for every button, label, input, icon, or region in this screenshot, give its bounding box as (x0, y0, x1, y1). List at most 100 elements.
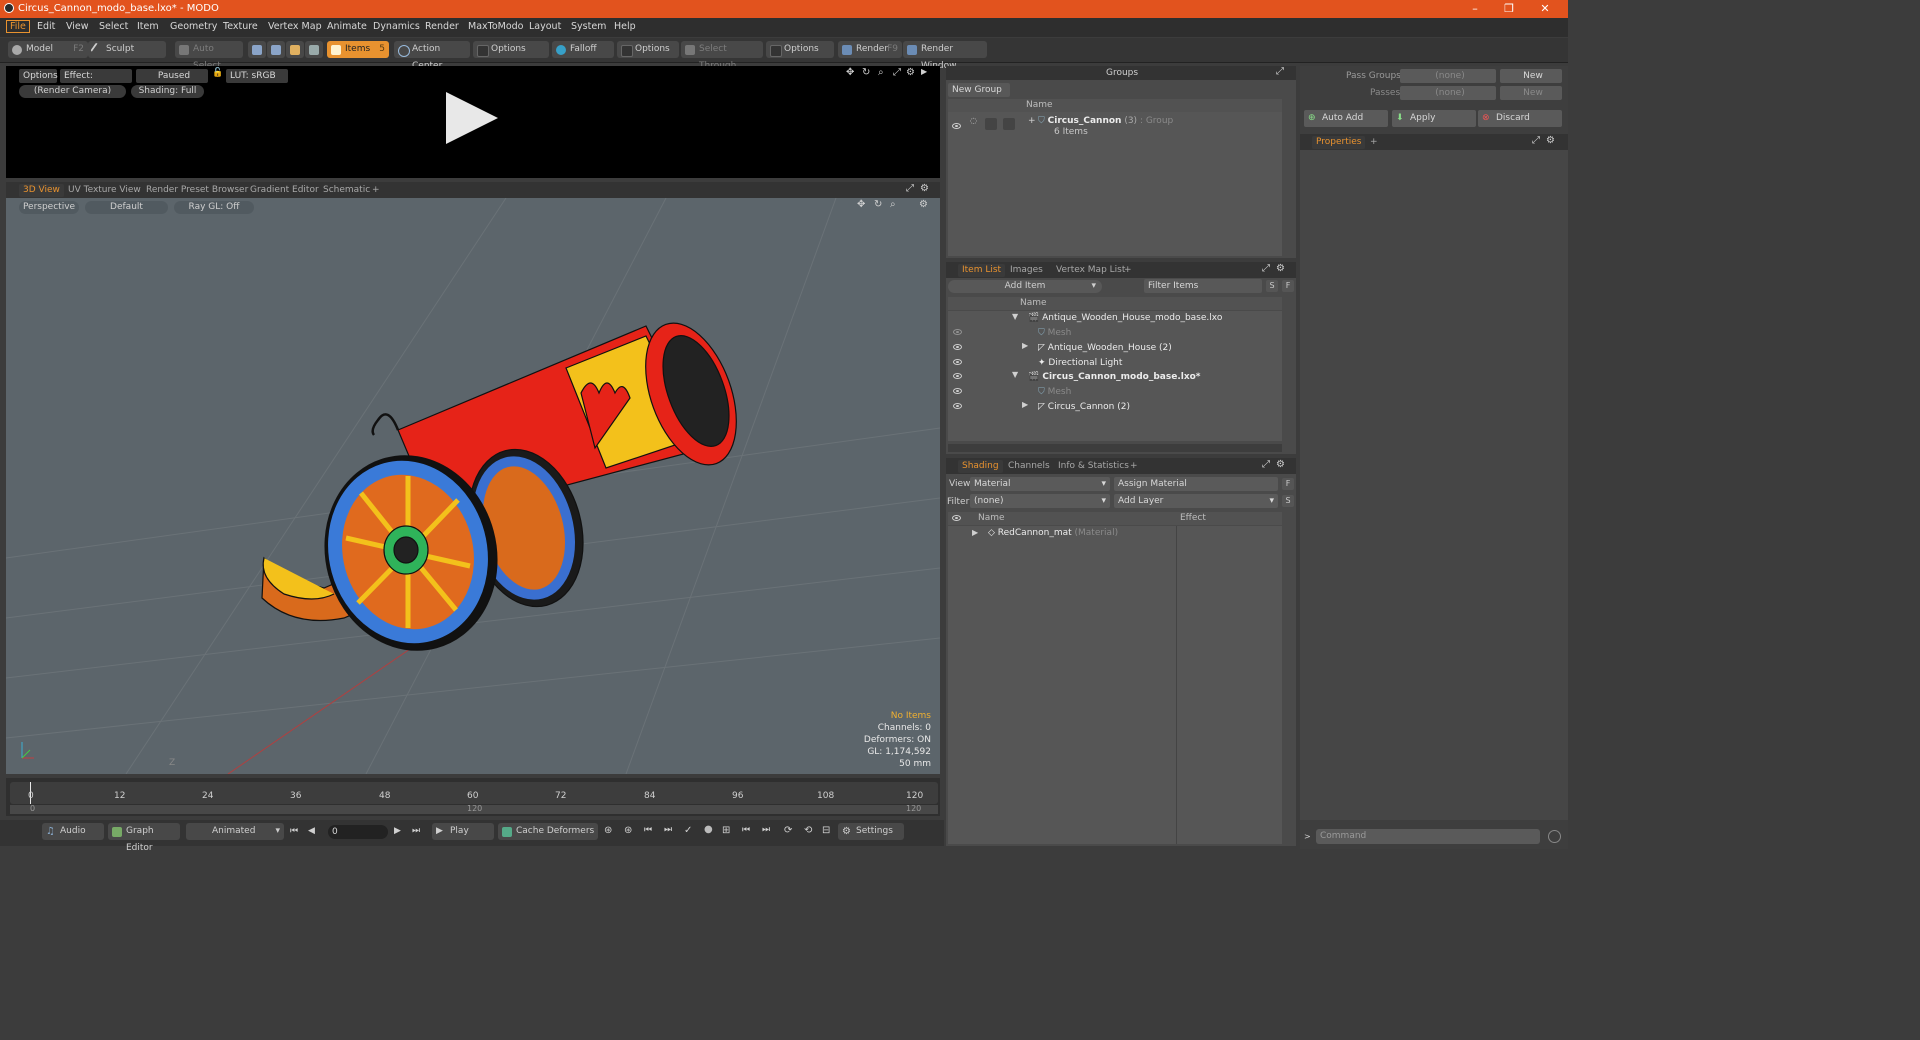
preview-lut-dropdown[interactable]: LUT: sRGB (226, 69, 288, 83)
tab-3d-view[interactable]: 3D View (19, 184, 64, 197)
item-row-scene-house[interactable]: 🎬 Antique_Wooden_House_modo_base.lxo (1028, 311, 1222, 325)
menu-render[interactable]: Render (425, 21, 459, 32)
preview-effect-dropdown[interactable]: Effect: (Shadi... (60, 69, 132, 95)
preview-shading-dropdown[interactable]: Shading: Full (131, 85, 204, 98)
tab-schematic[interactable]: Schematic (319, 184, 374, 197)
rotate-view-icon[interactable]: ↻ (874, 199, 882, 210)
lock-icon[interactable]: ◌ (970, 116, 977, 125)
assign-material-button[interactable]: Assign Material (1114, 477, 1278, 491)
eye-icon[interactable] (953, 329, 962, 335)
settings-button[interactable]: ⚙ Settings (838, 823, 904, 840)
restore-button[interactable]: ❐ (1494, 1, 1524, 17)
model-mode-button[interactable]: Model F2 (8, 41, 88, 58)
move-view-icon[interactable]: ✥ (857, 199, 865, 210)
filter-f-button[interactable]: F (1282, 280, 1294, 292)
close-button[interactable]: ✕ (1530, 1, 1560, 17)
audio-button[interactable]: ♫ Audio (42, 823, 104, 840)
add-layer-dropdown[interactable]: Add Layer ▾ (1114, 494, 1278, 508)
range-icon[interactable]: ⊟ (822, 825, 830, 836)
tab-gradient-editor[interactable]: Gradient Editor (246, 184, 323, 197)
timeline[interactable]: 0 12 24 36 48 60 72 84 96 108 120 0 120 … (6, 778, 940, 816)
item-list-hscrollbar[interactable] (948, 444, 1282, 452)
menu-file[interactable]: File (6, 20, 30, 33)
falloff-button[interactable]: Falloff (552, 41, 614, 58)
gear-icon[interactable]: ⚙ (1276, 263, 1285, 274)
tab-vertex-map-list[interactable]: Vertex Map List (1052, 264, 1129, 277)
maximize-view-icon[interactable]: ⤢ (893, 67, 901, 78)
auto-key-icon[interactable]: ✓ (684, 825, 692, 836)
menu-vertex-map[interactable]: Vertex Map (268, 21, 322, 32)
last-frame-icon[interactable]: ⏭ (412, 826, 420, 836)
menu-edit[interactable]: Edit (37, 21, 55, 32)
menu-animate[interactable]: Animate (327, 21, 367, 32)
first-frame-icon[interactable]: ⏮ (290, 826, 298, 836)
next-frame-icon[interactable]: ▶ (394, 826, 401, 836)
tab-info-statistics[interactable]: Info & Statistics (1054, 460, 1133, 473)
eye-icon[interactable] (953, 403, 962, 409)
animated-dropdown[interactable]: Animated ▾ (186, 823, 284, 840)
skip-forward-icon[interactable]: ⏭ (762, 825, 770, 835)
search-s-button[interactable]: S (1282, 495, 1294, 507)
render-window-button[interactable]: Render Window (903, 41, 987, 71)
expand-icon[interactable]: + (1028, 116, 1036, 126)
minimize-button[interactable]: – (1460, 1, 1490, 17)
eye-icon[interactable] (953, 344, 962, 350)
gear-icon[interactable]: ⚙ (919, 199, 928, 210)
prev-key-icon[interactable]: ⏮ (644, 825, 652, 835)
tab-uv-texture-view[interactable]: UV Texture View (64, 184, 145, 197)
play-button[interactable]: ▶ Play (432, 823, 494, 840)
eye-icon[interactable] (953, 359, 962, 365)
add-tab-icon[interactable]: + (1366, 136, 1382, 149)
move-view-icon[interactable]: ✥ (846, 67, 854, 78)
expand-icon[interactable]: ▶ (1022, 341, 1028, 350)
loop-icon[interactable]: ⟳ (784, 825, 792, 836)
item-row-house-locator[interactable]: ◸ Antique_Wooden_House (2) (1038, 341, 1172, 355)
view-style-dropdown[interactable]: Default (85, 201, 168, 214)
preview-options-button[interactable]: Options (19, 69, 58, 83)
graph-editor-button[interactable]: Graph Editor (108, 823, 180, 853)
eye-icon[interactable] (953, 373, 962, 379)
arrow-right-icon[interactable]: ▶ (921, 67, 927, 76)
expand-icon[interactable]: ▶ (972, 528, 978, 537)
auto-add-button[interactable]: ⊕ Auto Add (1304, 110, 1388, 127)
gear-icon[interactable]: ⚙ (1546, 135, 1555, 146)
command-history-icon[interactable] (1548, 830, 1561, 843)
eye-icon[interactable] (953, 388, 962, 394)
tab-channels[interactable]: Channels (1004, 460, 1054, 473)
filter-f-button[interactable]: F (1282, 478, 1294, 490)
rotate-view-icon[interactable]: ↻ (862, 67, 870, 78)
tab-images[interactable]: Images (1006, 264, 1047, 277)
new-pass-group-button[interactable]: New (1500, 69, 1562, 83)
preview-paused-button[interactable]: Paused (136, 69, 208, 83)
gear-icon[interactable]: ⚙ (1276, 459, 1285, 470)
select-through-options-button[interactable]: Options (766, 41, 834, 58)
sync-icon[interactable]: ⟲ (804, 825, 812, 836)
key-selected-icon[interactable]: ⊞ (722, 825, 730, 836)
polygon-select-button[interactable] (286, 41, 304, 58)
key-icon-1[interactable]: ⊛ (604, 825, 612, 836)
maximize-panel-icon[interactable]: ⤢ (1276, 66, 1284, 77)
search-s-button[interactable]: S (1266, 280, 1278, 292)
sculpt-mode-button[interactable]: Sculpt (88, 41, 166, 58)
item-row-cannon-locator[interactable]: ◸ Circus_Cannon (2) (1038, 400, 1130, 414)
vertex-select-button[interactable] (248, 41, 266, 58)
new-group-button[interactable]: New Group (948, 83, 1010, 97)
raygl-dropdown[interactable]: Ray GL: Off (174, 201, 254, 214)
frame-input[interactable]: 0 (328, 825, 388, 839)
maximize-panel-icon[interactable]: ⤢ (1262, 459, 1270, 470)
prev-frame-icon[interactable]: ◀ (308, 826, 315, 836)
view-perspective-dropdown[interactable]: Perspective (19, 201, 79, 214)
item-row-mesh-house[interactable]: ⛉ Mesh (1038, 326, 1071, 340)
next-key-icon[interactable]: ⏭ (664, 825, 672, 835)
add-tab-icon[interactable]: + (1126, 460, 1142, 473)
item-row-scene-cannon[interactable]: 🎬 Circus_Cannon_modo_base.lxo* (1028, 370, 1201, 384)
select-through-button[interactable]: Select Through (681, 41, 763, 71)
zoom-view-icon[interactable]: ⌕ (890, 199, 896, 210)
discard-button[interactable]: ⊗ Discard (1478, 110, 1562, 127)
tab-render-preset-browser[interactable]: Render Preset Browser (142, 184, 252, 197)
auto-select-button[interactable]: Auto Select (175, 41, 243, 71)
maximize-panel-icon[interactable]: ⤢ (1262, 263, 1270, 274)
shading-view-dropdown[interactable]: Material ▾ (970, 477, 1110, 491)
filter-items-input[interactable]: Filter Items (1144, 279, 1262, 293)
record-icon[interactable]: ● (704, 824, 713, 835)
